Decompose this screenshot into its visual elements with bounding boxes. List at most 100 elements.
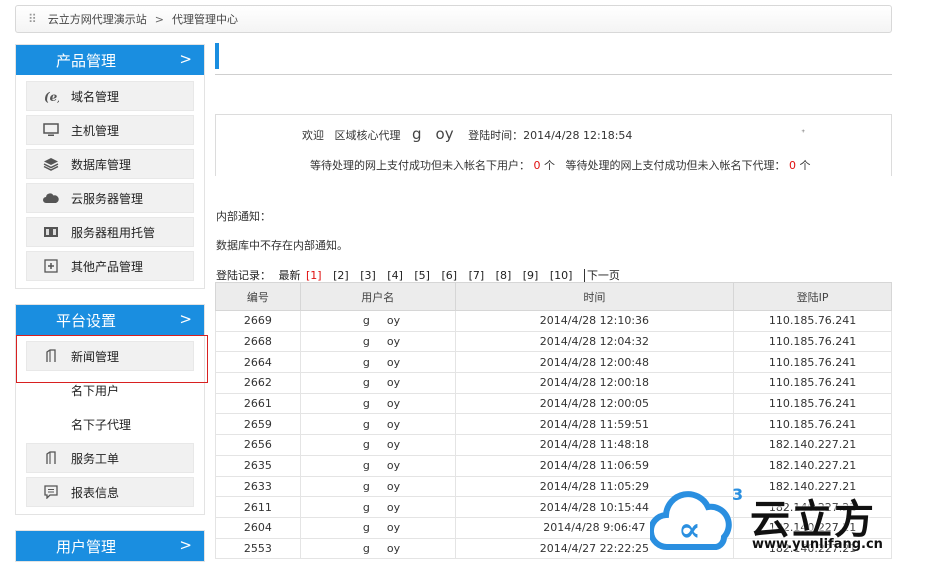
record-username-cell: g oy <box>299 476 456 498</box>
sidebar-item-other-products[interactable]: 其他产品管理 <box>26 251 194 281</box>
pager-label: 登陆记录： <box>216 269 271 282</box>
record-time-cell: 2014/4/28 11:48:18 <box>454 434 735 456</box>
pager-next-link[interactable]: 下一页 <box>583 269 620 282</box>
document-icon <box>41 348 61 364</box>
table-header-row: 编号 用户名 时间 登陆IP <box>215 282 892 311</box>
pending-agents-label: 等待处理的网上支付成功但未入帐名下代理： <box>565 159 786 172</box>
table-row: 2668 g oy 2014/4/28 12:04:32 110.185.76.241 <box>215 331 892 353</box>
chat-icon <box>41 484 61 500</box>
username-end: oy <box>435 125 454 143</box>
monitor-icon <box>41 122 61 138</box>
record-ip-cell: 110.185.76.241 <box>733 393 892 415</box>
username-end: oy <box>386 397 401 411</box>
username-start: g <box>362 335 370 349</box>
yunlifang-watermark: ∝ 3 云立方 www.yunlifang.cn <box>648 485 920 557</box>
record-username-cell: g oy <box>299 496 456 518</box>
sidebar-item-server-rental[interactable]: 服务器租用托管 <box>26 217 194 247</box>
record-time-cell: 2014/4/28 12:00:18 <box>454 372 735 394</box>
record-id-cell: 2661 <box>215 393 301 415</box>
column-header: 用户名 <box>299 282 456 311</box>
pager-page-link[interactable]: [4] <box>387 269 403 282</box>
table-row: 2635 g oy 2014/4/28 11:06:59 182.140.227.21 <box>215 455 892 477</box>
record-time-cell: 2014/4/28 12:00:05 <box>454 393 735 415</box>
domain-icon: (e) <box>41 88 61 104</box>
record-id-cell: 2635 <box>215 455 301 477</box>
record-ip-cell: 110.185.76.241 <box>733 310 892 332</box>
username-start: g <box>362 314 370 328</box>
table-row: 2659 g oy 2014/4/28 11:59:51 110.185.76.241 <box>215 413 892 436</box>
sidebar-item-label: 名下子代理 <box>71 417 132 432</box>
platform-settings-header[interactable]: 平台设置 > <box>16 305 204 335</box>
username-end: oy <box>386 500 401 514</box>
grip-icon: ⠿ <box>28 12 37 26</box>
record-id-cell: 2604 <box>215 517 301 539</box>
sidebar-item-label: 服务工单 <box>71 451 120 466</box>
username-end: oy <box>386 417 401 431</box>
column-header: 编号 <box>215 282 301 311</box>
record-username-cell: g oy <box>299 393 456 415</box>
pager-page-link[interactable]: [2] <box>333 269 349 282</box>
pager-page-link[interactable]: [7] <box>469 269 485 282</box>
pending-users-label: 等待处理的网上支付成功但未入帐名下用户： <box>310 159 530 172</box>
pager-page-link[interactable]: [9] <box>523 269 539 282</box>
welcome-line: 欢迎 区域核心代理 g oy 登陆时间：2014/4/28 12:18:54 <box>302 125 632 143</box>
pager-page-link[interactable]: [3] <box>360 269 376 282</box>
welcome-role: 区域核心代理 <box>334 129 401 142</box>
table-row: 2656 g oy 2014/4/28 11:48:18 182.140.227.21 <box>215 434 892 456</box>
username-start: g <box>362 438 370 452</box>
record-id-cell: 2662 <box>215 372 301 394</box>
sidebar-item-sub-agents[interactable]: 名下子代理 <box>26 409 194 439</box>
chevron-right-icon: > <box>179 50 192 68</box>
username-end: oy <box>386 314 401 328</box>
record-username-cell: g oy <box>299 413 456 436</box>
sidebar-item-database[interactable]: 数据库管理 <box>26 149 194 179</box>
pending-line: 等待处理的网上支付成功但未入帐名下用户： 0 个 等待处理的网上支付成功但未入帐… <box>310 157 811 173</box>
plus-box-icon <box>41 258 61 274</box>
record-id-cell: 2633 <box>215 476 301 498</box>
sidebar-item-service-tickets[interactable]: 服务工单 <box>26 443 194 473</box>
username-end: oy <box>386 459 401 473</box>
username-start: g <box>362 541 370 555</box>
username-end: oy <box>386 541 401 555</box>
username-end: oy <box>386 521 401 535</box>
record-id-cell: 2553 <box>215 538 301 560</box>
username-start: g <box>362 500 370 514</box>
sidebar-item-label: 主机管理 <box>71 123 120 138</box>
username-start: g <box>362 521 370 535</box>
record-username-cell: g oy <box>299 372 456 394</box>
record-id-cell: 2669 <box>215 310 301 332</box>
unit-label: 个 <box>544 159 555 172</box>
internal-notice-label: 内部通知： <box>216 210 271 223</box>
username-end: oy <box>386 376 401 390</box>
record-id-cell: 2664 <box>215 351 301 374</box>
sidebar-item-reports[interactable]: 报表信息 <box>26 477 194 507</box>
username-start: g <box>362 459 370 473</box>
pager-page-link[interactable]: [6] <box>441 269 457 282</box>
sidebar-item-label: 数据库管理 <box>71 157 132 172</box>
product-management-panel: 产品管理 > (e) 域名管理 主机管理 数据库管理 <box>15 44 205 289</box>
pager-page-link[interactable]: [8] <box>496 269 512 282</box>
database-layers-icon <box>41 156 61 172</box>
breadcrumb: ⠿ 云立方网代理演示站 > 代理管理中心 <box>15 5 892 33</box>
internal-notice-text: 数据库中不存在内部通知。 <box>216 239 348 252</box>
platform-settings-panel: 平台设置 > 新闻管理 名下用户 名下子代理 服务工单 报表信息 <box>15 304 205 515</box>
pager-page-link[interactable]: [5] <box>414 269 430 282</box>
welcome-box: 欢迎 区域核心代理 g oy 登陆时间：2014/4/28 12:18:54 ᐩ … <box>215 114 892 176</box>
user-management-header[interactable]: 用户管理 > <box>16 531 204 561</box>
record-time-cell: 2014/4/28 11:06:59 <box>454 455 735 477</box>
record-time-cell: 2014/4/28 12:04:32 <box>454 331 735 353</box>
sidebar-item-cloud-server[interactable]: 云服务器管理 <box>26 183 194 213</box>
sidebar-item-news[interactable]: 新闻管理 <box>26 341 194 371</box>
product-management-header[interactable]: 产品管理 > <box>16 45 204 75</box>
table-row: 2661 g oy 2014/4/28 12:00:05 110.185.76.241 <box>215 393 892 415</box>
pager-current-page: [1] <box>306 269 322 282</box>
record-id-cell: 2656 <box>215 434 301 456</box>
sidebar-item-sub-users[interactable]: 名下用户 <box>26 375 194 405</box>
breadcrumb-site-link[interactable]: 云立方网代理演示站 <box>48 11 147 27</box>
column-header: 登陆IP <box>733 282 892 311</box>
pager-page-link[interactable]: [10] <box>550 269 573 282</box>
sidebar-item-host[interactable]: 主机管理 <box>26 115 194 145</box>
chevron-right-icon: > <box>179 536 192 554</box>
pager-latest[interactable]: 最新 <box>279 269 301 282</box>
sidebar-item-domain[interactable]: (e) 域名管理 <box>26 81 194 111</box>
